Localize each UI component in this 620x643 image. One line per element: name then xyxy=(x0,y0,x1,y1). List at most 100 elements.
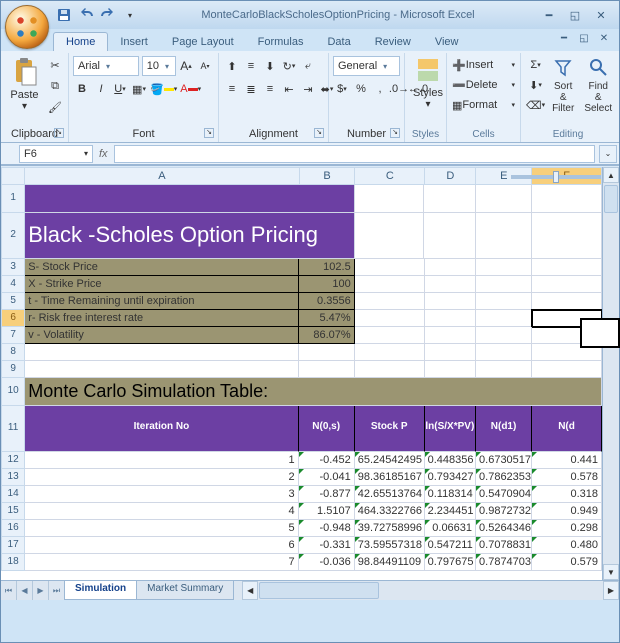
redo-icon[interactable] xyxy=(99,6,117,24)
cell[interactable]: 0.547211 xyxy=(425,537,476,554)
cell[interactable] xyxy=(532,276,602,293)
cell[interactable] xyxy=(532,185,602,213)
format-painter-icon[interactable]: 🖌 xyxy=(46,97,64,117)
cell[interactable]: 0.797675 xyxy=(425,554,476,571)
clipboard-dialog-launcher[interactable]: ↘ xyxy=(54,128,64,138)
office-button[interactable] xyxy=(5,5,49,49)
comma-icon[interactable]: , xyxy=(371,79,389,99)
cell[interactable] xyxy=(532,213,602,259)
styles-button[interactable]: Styles▾ xyxy=(409,55,447,128)
cell[interactable]: 0.787470313 xyxy=(476,554,532,571)
cell[interactable]: -0.452 xyxy=(299,452,355,469)
row-header[interactable]: 11 xyxy=(1,406,25,452)
select-all-button[interactable] xyxy=(1,167,25,185)
bold-button[interactable]: B xyxy=(73,79,91,99)
cell[interactable]: -0.877 xyxy=(299,486,355,503)
name-box[interactable]: F6▾ xyxy=(19,145,93,163)
row-header[interactable]: 17 xyxy=(1,537,25,554)
cell[interactable]: Monte Carlo Simulation Table: xyxy=(25,378,602,406)
alignment-dialog-launcher[interactable]: ↘ xyxy=(314,128,324,138)
cell[interactable]: v - Volatility xyxy=(25,327,298,344)
cell[interactable]: 0.06631 xyxy=(425,520,476,537)
increase-indent-icon[interactable]: ⇥ xyxy=(299,79,317,99)
cell[interactable]: 464.3322766 xyxy=(355,503,425,520)
format-cells-button[interactable]: ▦Format ▾ xyxy=(451,95,516,115)
cell[interactable]: 4 xyxy=(25,503,298,520)
sheet-tab-market-summary[interactable]: Market Summary xyxy=(136,581,234,600)
cell[interactable] xyxy=(355,361,425,378)
undo-icon[interactable] xyxy=(77,6,95,24)
cell[interactable]: N(d1) xyxy=(476,406,532,452)
cell[interactable]: 0.547090479 xyxy=(476,486,532,503)
tab-page-layout[interactable]: Page Layout xyxy=(160,33,246,51)
cell[interactable]: 2.234451 xyxy=(425,503,476,520)
tab-formulas[interactable]: Formulas xyxy=(246,33,316,51)
cell-grid[interactable]: 12Black -Scholes Option Pricing3S- Stock… xyxy=(1,185,602,580)
cell[interactable]: 0.578 xyxy=(532,469,602,486)
row-header[interactable]: 16 xyxy=(1,520,25,537)
align-bottom-icon[interactable]: ⬇ xyxy=(261,56,279,76)
paste-button[interactable]: Paste ▾ xyxy=(5,55,44,127)
row-header[interactable]: 1 xyxy=(1,185,25,213)
orientation-icon[interactable]: ↻ ▾ xyxy=(280,56,298,76)
cell[interactable]: 0.526434639 xyxy=(476,520,532,537)
wrap-text-icon[interactable]: ⤶ xyxy=(299,56,317,76)
cell[interactable]: 98.84491109 xyxy=(355,554,425,571)
cell[interactable]: S- Stock Price xyxy=(25,259,298,276)
row-header[interactable]: 13 xyxy=(1,469,25,486)
cell[interactable]: 42.65513764 xyxy=(355,486,425,503)
cell[interactable]: N(0,s) xyxy=(299,406,355,452)
italic-button[interactable]: I xyxy=(92,79,110,99)
cell[interactable]: N(d xyxy=(532,406,602,452)
cell[interactable]: ln(S/X*PV) xyxy=(425,406,476,452)
zoom-slider[interactable] xyxy=(511,175,601,179)
row-header[interactable]: 10 xyxy=(1,378,25,406)
cell[interactable]: 3 xyxy=(25,486,298,503)
sheet-tab-simulation[interactable]: Simulation xyxy=(64,581,137,600)
formula-bar[interactable] xyxy=(114,145,595,163)
border-button[interactable]: ▦ ▾ xyxy=(130,79,148,99)
cell[interactable] xyxy=(355,276,425,293)
row-header[interactable]: 8 xyxy=(1,344,25,361)
decrease-indent-icon[interactable]: ⇤ xyxy=(280,79,298,99)
cell[interactable] xyxy=(355,293,425,310)
fx-icon[interactable]: fx xyxy=(99,148,108,160)
scroll-up-icon[interactable]: ▲ xyxy=(603,167,619,183)
cell[interactable]: 6 xyxy=(25,537,298,554)
tab-insert[interactable]: Insert xyxy=(108,33,160,51)
cell[interactable] xyxy=(532,361,602,378)
cell[interactable]: 39.72758996 xyxy=(355,520,425,537)
cell[interactable]: 0.318 xyxy=(532,486,602,503)
cell[interactable]: 0.298 xyxy=(532,520,602,537)
tab-review[interactable]: Review xyxy=(363,33,423,51)
cell[interactable]: t - Time Remaining until expiration xyxy=(25,293,298,310)
cell[interactable] xyxy=(355,185,425,213)
cell[interactable] xyxy=(299,361,355,378)
row-header[interactable]: 12 xyxy=(1,452,25,469)
cell[interactable] xyxy=(476,361,532,378)
grow-font-icon[interactable]: A▴ xyxy=(177,56,195,76)
cell[interactable] xyxy=(476,213,532,259)
col-header-C[interactable]: C xyxy=(355,167,425,185)
cell[interactable]: -0.036 xyxy=(299,554,355,571)
cell[interactable]: 0.786235378 xyxy=(476,469,532,486)
cell[interactable]: 5 xyxy=(25,520,298,537)
cell[interactable] xyxy=(532,259,602,276)
close-button[interactable]: ✕ xyxy=(589,7,613,23)
cell[interactable] xyxy=(355,259,425,276)
scroll-down-icon[interactable]: ▼ xyxy=(603,564,619,580)
delete-cells-button[interactable]: ➖Delete ▾ xyxy=(451,75,516,95)
qat-customize-icon[interactable]: ▾ xyxy=(121,6,139,24)
row-header[interactable]: 18 xyxy=(1,554,25,571)
cell[interactable] xyxy=(425,310,476,327)
cell[interactable]: 100 xyxy=(299,276,355,293)
align-right-icon[interactable]: ≡ xyxy=(261,79,279,99)
cell[interactable] xyxy=(425,293,476,310)
tab-data[interactable]: Data xyxy=(315,33,362,51)
row-header[interactable]: 9 xyxy=(1,361,25,378)
cell[interactable]: 0.118314 xyxy=(425,486,476,503)
number-format-combo[interactable]: General▾ xyxy=(333,56,400,76)
mdi-restore[interactable]: ◱ xyxy=(575,31,593,45)
cell[interactable]: 1 xyxy=(25,452,298,469)
row-header[interactable]: 4 xyxy=(1,276,25,293)
